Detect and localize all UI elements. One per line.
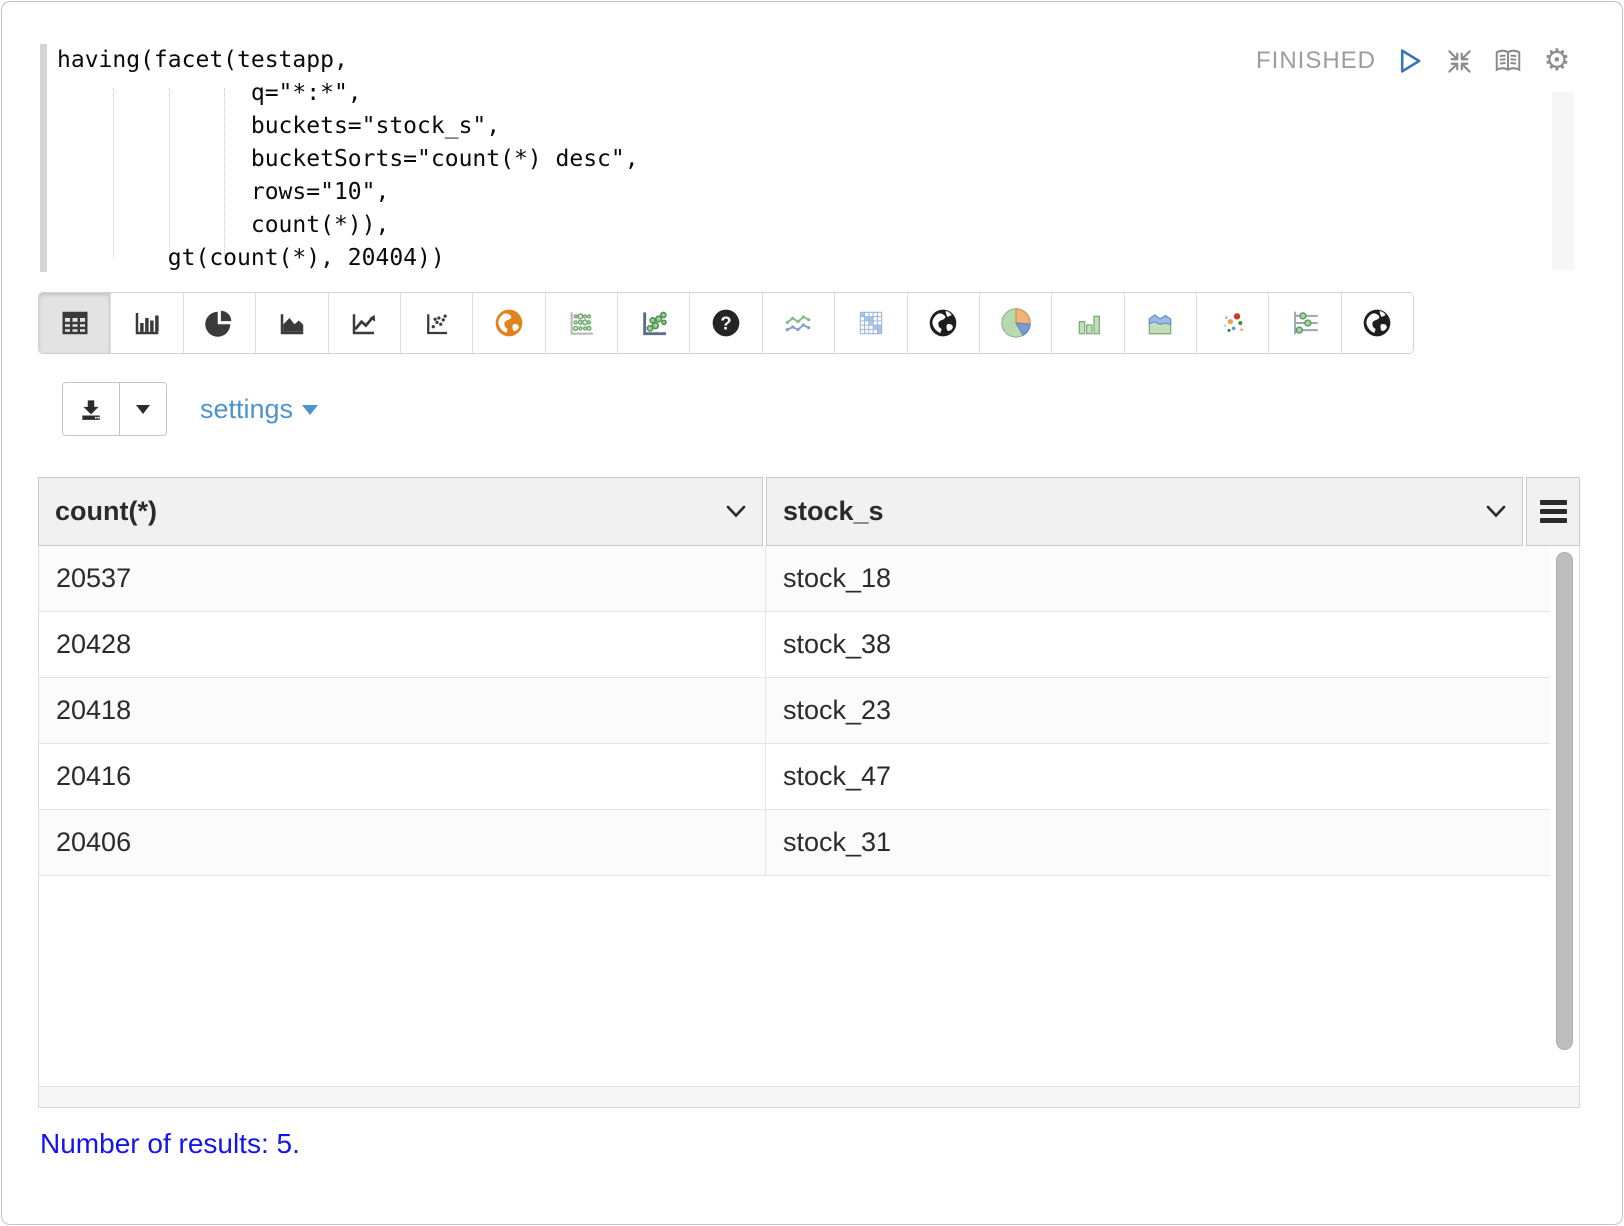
bubble-scatter-icon (638, 307, 670, 339)
table-row: 20537 stock_18 (39, 546, 1550, 612)
line-chart-icon (349, 308, 379, 338)
compress-icon (1446, 48, 1473, 75)
chevron-down-icon[interactable] (726, 505, 746, 518)
viz-pie-colored-button[interactable] (980, 293, 1052, 353)
viz-bar-chart-button[interactable] (111, 293, 183, 353)
bubble-matrix-icon (565, 307, 597, 339)
table-header: count(*) stock_s (38, 477, 1580, 546)
globe-black-icon (927, 307, 959, 339)
bar-chart-icon (132, 308, 162, 338)
table-menu-button[interactable] (1526, 477, 1580, 546)
viz-bubble-matrix-button[interactable] (546, 293, 618, 353)
code-line: having(facet(testapp, (57, 44, 639, 77)
viz-table-button[interactable] (39, 293, 111, 353)
cell-count: 20406 (39, 810, 766, 875)
code-line: rows="10", (57, 176, 639, 209)
status-badge: FINISHED (1256, 47, 1376, 75)
caret-down-icon (136, 405, 150, 414)
table-row: 20416 stock_47 (39, 744, 1550, 810)
multi-line-icon (781, 307, 815, 339)
viz-bar-green-button[interactable] (1052, 293, 1124, 353)
sliders-icon (1288, 306, 1322, 340)
column-header-count[interactable]: count(*) (38, 477, 763, 546)
settings-toggle[interactable]: settings (200, 394, 318, 425)
paragraph-settings-button[interactable]: ⚙ (1542, 46, 1572, 76)
heatmap-icon (855, 307, 887, 339)
hamburger-icon (1540, 500, 1567, 523)
cell-stock: stock_38 (766, 612, 1550, 677)
book-icon (1493, 47, 1523, 75)
cell-count: 20537 (39, 546, 766, 611)
scatter-colored-icon (1217, 307, 1249, 339)
table-footer-bar (38, 1086, 1580, 1108)
download-button[interactable] (62, 382, 120, 436)
viz-scatter-chart-button[interactable] (401, 293, 473, 353)
column-header-stock[interactable]: stock_s (766, 477, 1523, 546)
collapse-button[interactable] (1444, 46, 1474, 76)
viz-parallel-sliders-button[interactable] (1269, 293, 1341, 353)
svg-text:?: ? (720, 313, 731, 334)
cell-count: 20416 (39, 744, 766, 809)
cell-count: 20418 (39, 678, 766, 743)
question-icon: ? (710, 307, 742, 339)
table-row: 20418 stock_23 (39, 678, 1550, 744)
globe-black-icon (1361, 307, 1393, 339)
viz-map-orange-button[interactable] (473, 293, 545, 353)
download-button-group (62, 382, 167, 436)
table-body: 20537 stock_18 20428 stock_38 20418 stoc… (38, 546, 1580, 1086)
cell-stock: stock_31 (766, 810, 1550, 875)
code-line: q="*:*", (57, 77, 639, 110)
paragraph-controls: FINISHED ⚙ (1256, 46, 1572, 76)
download-options-button[interactable] (120, 382, 167, 436)
viz-bubble-scatter-button[interactable] (618, 293, 690, 353)
cell-count: 20428 (39, 612, 766, 677)
viz-line-chart-button[interactable] (329, 293, 401, 353)
table-rows: 20537 stock_18 20428 stock_38 20418 stoc… (39, 546, 1550, 876)
download-icon (78, 396, 104, 422)
viz-globe-button[interactable] (908, 293, 980, 353)
table-scrollbar-thumb[interactable] (1556, 552, 1573, 1050)
viz-heatmap-button[interactable] (835, 293, 907, 353)
table-icon (60, 308, 90, 338)
visualization-toolbar: ? (38, 292, 1414, 354)
column-label: count(*) (55, 496, 157, 527)
table-row: 20428 stock_38 (39, 612, 1550, 678)
editor-scrollbar[interactable] (1552, 92, 1574, 270)
cell-stock: stock_18 (766, 546, 1550, 611)
viz-area-chart-button[interactable] (256, 293, 328, 353)
pie-chart-icon (204, 308, 234, 338)
cell-stock: stock_23 (766, 678, 1550, 743)
report-view-button[interactable] (1493, 46, 1523, 76)
cell-stock: stock_47 (766, 744, 1550, 809)
viz-pie-chart-button[interactable] (184, 293, 256, 353)
settings-label: settings (200, 394, 293, 425)
results-count-text: Number of results: 5. (40, 1128, 300, 1160)
code-editor[interactable]: having(facet(testapp, q="*:*", buckets="… (40, 44, 1596, 274)
viz-help-button[interactable]: ? (690, 293, 762, 353)
code-line: buckets="stock_s", (57, 110, 639, 143)
scatter-chart-icon (422, 308, 452, 338)
chevron-down-icon[interactable] (1486, 505, 1506, 518)
run-button[interactable] (1395, 46, 1425, 76)
result-table: count(*) stock_s 20537 stock_18 20428 st… (38, 477, 1580, 1108)
code-line: gt(count(*), 20404)) (57, 242, 639, 275)
code-line: count(*)), (57, 209, 639, 242)
caret-down-icon (302, 405, 318, 415)
viz-area-stacked-button[interactable] (1125, 293, 1197, 353)
viz-globe-2-button[interactable] (1342, 293, 1413, 353)
code-text: having(facet(testapp, q="*:*", buckets="… (57, 44, 639, 275)
viz-multi-line-button[interactable] (763, 293, 835, 353)
editor-gutter (40, 44, 47, 272)
area-stacked-icon (1143, 307, 1177, 339)
gear-icon: ⚙ (1544, 46, 1571, 76)
bar-green-icon (1072, 307, 1104, 339)
viz-scatter-colored-button[interactable] (1197, 293, 1269, 353)
column-label: stock_s (783, 496, 884, 527)
table-row: 20406 stock_31 (39, 810, 1550, 876)
code-line: bucketSorts="count(*) desc", (57, 143, 639, 176)
globe-orange-icon (493, 307, 525, 339)
play-icon (1397, 48, 1423, 74)
pie-colored-icon (999, 306, 1033, 340)
area-chart-icon (277, 308, 307, 338)
